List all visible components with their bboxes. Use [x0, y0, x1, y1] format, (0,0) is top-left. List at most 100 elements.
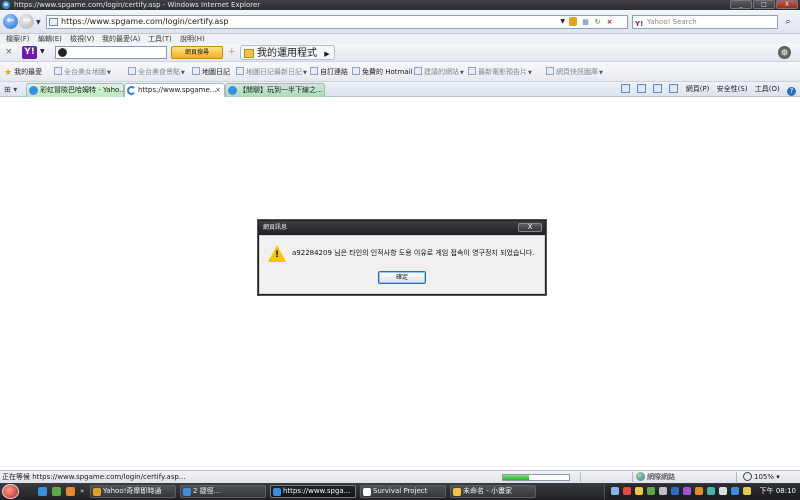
- print-icon[interactable]: [669, 84, 679, 93]
- close-window-button[interactable]: X: [776, 0, 798, 9]
- security-zone[interactable]: 網際網路: [636, 471, 675, 483]
- gear-icon[interactable]: ⚙: [778, 46, 791, 59]
- add-icon[interactable]: +: [228, 47, 236, 57]
- desktop-quicklaunch-icon[interactable]: [52, 487, 61, 496]
- menu-file[interactable]: 檔案(F): [6, 34, 30, 44]
- taskbar-item[interactable]: Yahoo!奇摩即時通: [90, 485, 176, 498]
- fav-item[interactable]: 地圖日記最新日記▼: [236, 67, 307, 77]
- more-quicklaunch-icon[interactable]: »: [80, 487, 84, 495]
- menu-bar: 檔案(F) 編輯(E) 檢視(V) 我的最愛(A) 工具(T) 說明(H): [0, 34, 800, 44]
- history-dropdown-icon[interactable]: ▼: [36, 19, 41, 26]
- progress-bar: [502, 474, 570, 481]
- mail-icon[interactable]: [653, 84, 663, 93]
- menu-favorites[interactable]: 我的最愛(A): [102, 34, 140, 44]
- help-icon[interactable]: ?: [787, 87, 796, 96]
- tray-icon[interactable]: [743, 487, 751, 495]
- taskbar-item[interactable]: Survival Project: [360, 485, 446, 498]
- window-title-bar: e https://www.spgame.com/login/certify.a…: [0, 0, 800, 10]
- address-dropdown-icon[interactable]: ▼: [560, 16, 565, 28]
- dialog-message: a92284209 님은 타인의 인적사항 도용 이유로 게임 접속이 영구정지…: [292, 249, 535, 257]
- menu-view[interactable]: 檢視(V): [70, 34, 94, 44]
- address-url[interactable]: https://www.spgame.com/login/certify.asp: [61, 17, 229, 26]
- back-button[interactable]: ←: [3, 14, 18, 29]
- tray-icon[interactable]: [611, 487, 619, 495]
- start-button[interactable]: [2, 484, 19, 499]
- page-menu[interactable]: 網頁(P): [686, 83, 710, 96]
- globe-icon: [636, 472, 645, 481]
- system-tray: 下午 08:10: [604, 484, 800, 499]
- safety-menu[interactable]: 安全性(S): [717, 83, 748, 96]
- fav-item[interactable]: 地圖日記: [192, 67, 230, 77]
- search-icon[interactable]: ⌕: [780, 15, 796, 29]
- my-apps-button[interactable]: 我的運用程式 ▶: [240, 45, 335, 60]
- tab-yahoo[interactable]: 彩虹冒險巴哈姆特 - Yaho...: [26, 83, 124, 97]
- fav-item[interactable]: 網頁快訊圖庫▼: [546, 67, 603, 77]
- yahoo-search-icon: Y!: [635, 20, 644, 28]
- tray-icon[interactable]: [647, 487, 655, 495]
- menu-tools[interactable]: 工具(T): [148, 34, 172, 44]
- ie-icon: e: [2, 1, 10, 9]
- ok-button[interactable]: 確定: [378, 271, 426, 284]
- minimize-button[interactable]: _: [730, 0, 752, 9]
- tab-spgame[interactable]: https://www.spgame... ×: [124, 83, 225, 97]
- zoom-control[interactable]: 105% ▾: [743, 471, 780, 483]
- close-toolbar-icon[interactable]: ×: [5, 47, 13, 57]
- home-icon[interactable]: [620, 84, 630, 93]
- yahoo-toolbar: × Y! ▼ 網頁搜尋 + 我的運用程式 ▶ ⚙: [0, 44, 800, 62]
- toolbar-search-input[interactable]: [55, 46, 167, 59]
- tray-icon[interactable]: [707, 487, 715, 495]
- status-divider: [580, 472, 581, 482]
- refresh-icon[interactable]: ↻: [593, 18, 602, 27]
- search-input[interactable]: Y! Yahoo! Search: [632, 15, 778, 29]
- fav-item[interactable]: 建議的網站▼: [414, 67, 464, 77]
- fav-item[interactable]: 全台美食景點▼: [128, 67, 185, 77]
- fav-item[interactable]: 免費的 Hotmail: [352, 67, 413, 77]
- lock-icon[interactable]: [569, 17, 577, 26]
- compatibility-icon[interactable]: ▦: [581, 18, 590, 27]
- message-dialog: 網頁訊息 X ! a92284209 님은 타인의 인적사항 도용 이유로 게임…: [258, 220, 546, 295]
- yahoo-dropdown-icon[interactable]: ▼: [40, 48, 45, 55]
- tray-icon[interactable]: [623, 487, 631, 495]
- forward-button[interactable]: →: [19, 14, 34, 29]
- tray-icon[interactable]: [635, 487, 643, 495]
- tray-icon[interactable]: [731, 487, 739, 495]
- window-title: https://www.spgame.com/login/certify.asp…: [14, 1, 261, 9]
- zoom-icon: [743, 472, 752, 481]
- tray-icon[interactable]: [659, 487, 667, 495]
- star-icon: ★: [4, 68, 13, 78]
- menu-help[interactable]: 說明(H): [180, 34, 205, 44]
- my-apps-label: 我的運用程式: [257, 48, 317, 59]
- menu-edit[interactable]: 編輯(E): [38, 34, 62, 44]
- maximize-button[interactable]: □: [753, 0, 775, 9]
- taskbar-item[interactable]: https://www.spga...: [270, 485, 356, 498]
- quick-tabs-icon[interactable]: ⊞ ▾: [4, 84, 26, 95]
- fav-item[interactable]: 自訂連結: [310, 67, 348, 77]
- warning-mark: !: [275, 250, 280, 260]
- tray-icon[interactable]: [683, 487, 691, 495]
- address-row: ← → ▼ https://www.spgame.com/login/certi…: [0, 10, 800, 34]
- clock[interactable]: 下午 08:10: [760, 484, 796, 499]
- yahoo-logo[interactable]: Y!: [22, 46, 37, 59]
- ie-quicklaunch-icon[interactable]: [38, 487, 47, 496]
- favorites-button[interactable]: ★ 我的最愛: [4, 67, 42, 78]
- media-quicklaunch-icon[interactable]: [66, 487, 75, 496]
- feeds-icon[interactable]: [637, 84, 647, 93]
- ie-tab-icon: [228, 86, 237, 95]
- taskbar-item[interactable]: 未命名 - 小畫家: [450, 485, 536, 498]
- fav-item[interactable]: 最新電影預告片▼: [468, 67, 532, 77]
- fav-item[interactable]: 全台美女地圖▼: [54, 67, 111, 77]
- tray-icon[interactable]: [695, 487, 703, 495]
- taskbar-item[interactable]: 2 捷徑...: [180, 485, 266, 498]
- search-placeholder: Yahoo! Search: [647, 18, 697, 26]
- tray-icon[interactable]: [719, 487, 727, 495]
- address-bar[interactable]: https://www.spgame.com/login/certify.asp…: [46, 15, 628, 29]
- close-tab-icon[interactable]: ×: [215, 84, 221, 97]
- status-bar: 正在等候 https://www.spgame.com/login/certif…: [0, 470, 800, 483]
- tab-chat[interactable]: 【閒聊】玩到一半下線之...: [225, 83, 325, 97]
- tray-icon[interactable]: [671, 487, 679, 495]
- tools-menu[interactable]: 工具(O): [755, 83, 780, 96]
- web-search-button[interactable]: 網頁搜尋: [171, 46, 223, 59]
- dialog-close-button[interactable]: X: [518, 223, 542, 232]
- dialog-title: 網頁訊息: [259, 221, 545, 235]
- stop-icon[interactable]: ×: [605, 18, 614, 27]
